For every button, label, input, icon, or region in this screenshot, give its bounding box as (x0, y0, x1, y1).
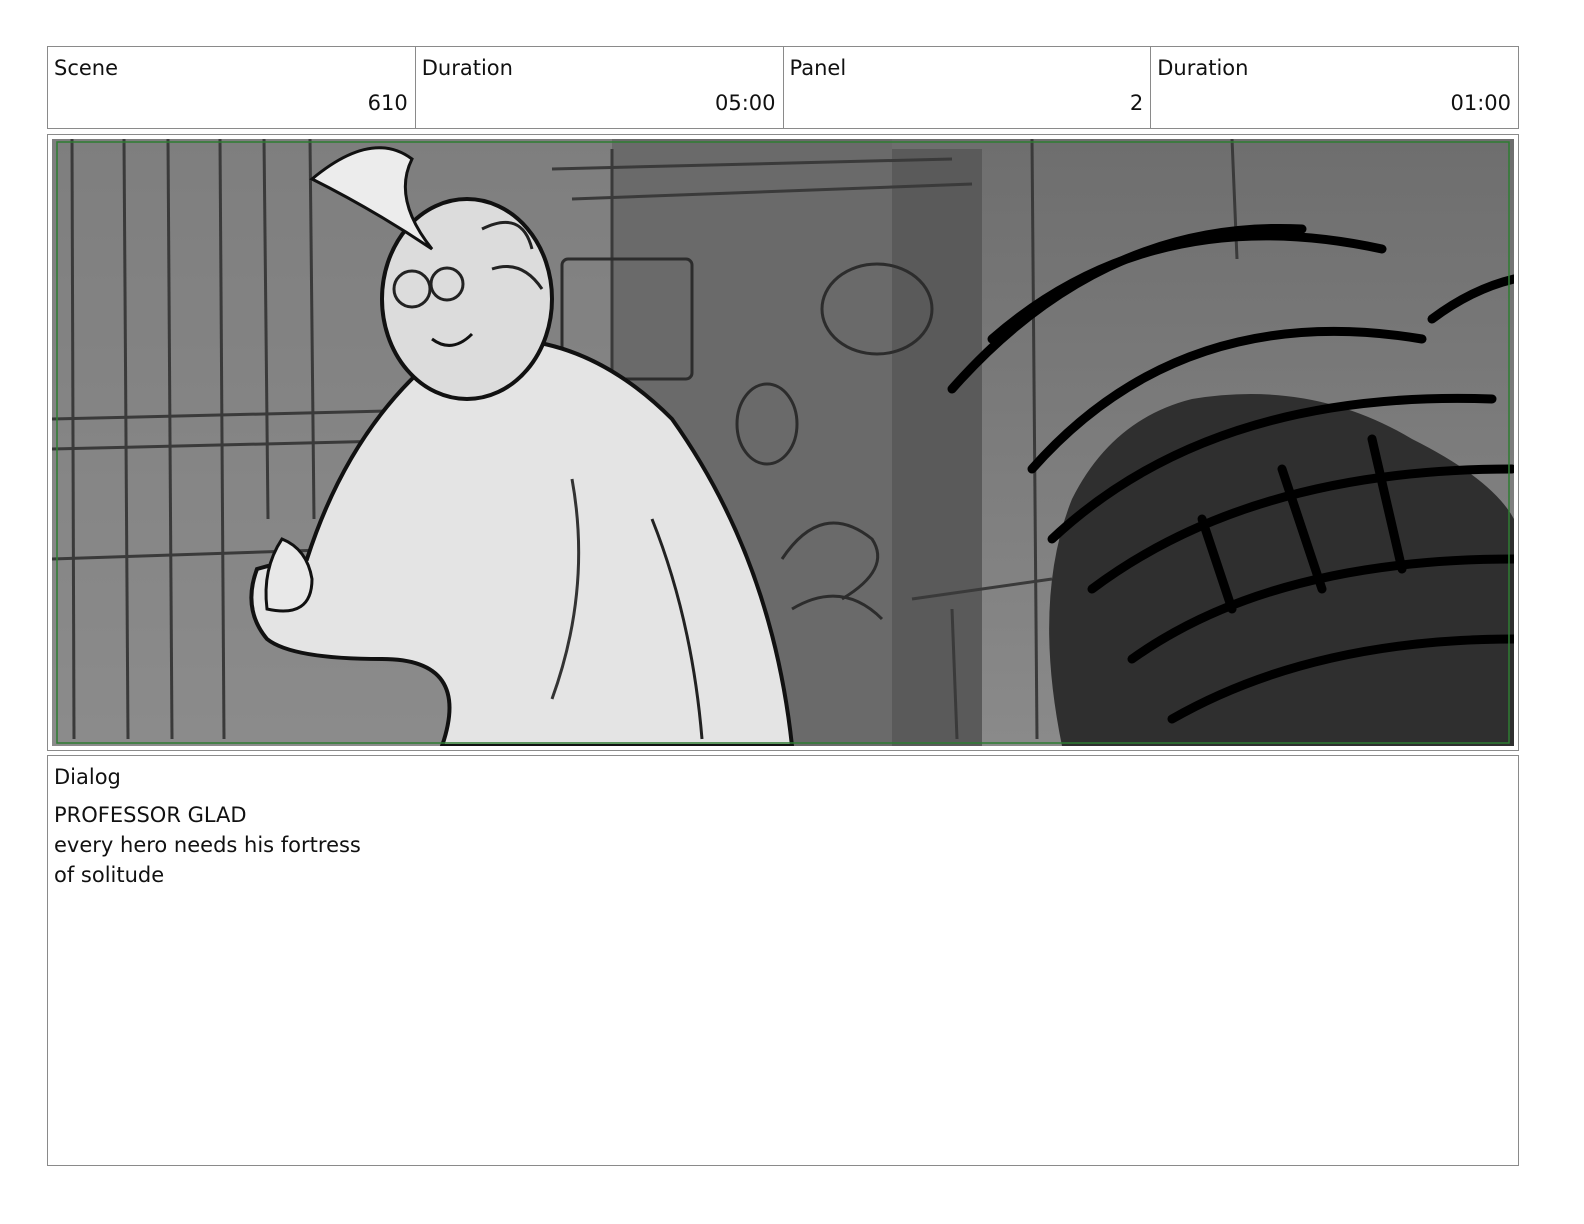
storyboard-drawing (52, 139, 1514, 746)
dialog-text: PROFESSOR GLAD every hero needs his fort… (54, 800, 361, 890)
storyboard-frame (47, 134, 1519, 751)
panel-duration-label: Duration (1157, 56, 1249, 80)
panel-header: Scene 610 Duration 05:00 Panel 2 Duratio… (47, 46, 1519, 129)
scene-duration-cell: Duration 05:00 (416, 47, 784, 128)
scene-duration-label: Duration (421, 56, 513, 80)
dialog-label: Dialog (54, 765, 121, 789)
scene-value: 610 (367, 91, 408, 115)
panel-duration-value: 01:00 (1450, 91, 1511, 115)
scene-cell: Scene 610 (48, 47, 416, 128)
scene-label: Scene (54, 56, 119, 80)
panel-value: 2 (1129, 91, 1144, 115)
scene-duration-value: 05:00 (714, 91, 776, 115)
panel-label: Panel (789, 56, 847, 80)
dialog-line: of solitude (54, 863, 165, 887)
panel-duration-cell: Duration 01:00 (1151, 47, 1518, 128)
panel-cell: Panel 2 (784, 47, 1152, 128)
background-door (892, 149, 982, 746)
dialog-line: every hero needs his fortress (54, 833, 361, 857)
dialog-box: Dialog PROFESSOR GLAD every hero needs h… (47, 755, 1519, 1166)
dialog-character: PROFESSOR GLAD (54, 803, 247, 827)
